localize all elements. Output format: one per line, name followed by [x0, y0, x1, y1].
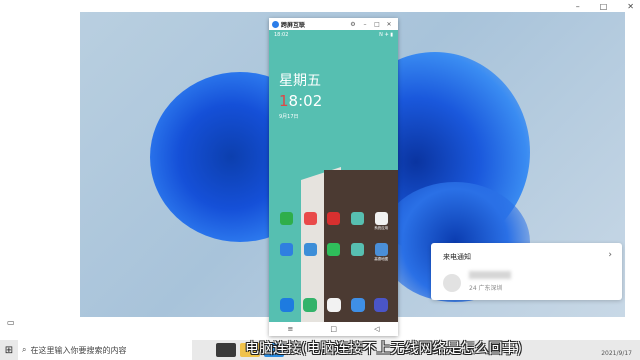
lock-date: 9月17日: [279, 114, 299, 120]
app-icon[interactable]: [369, 298, 393, 312]
app-icon-graphic: [327, 243, 341, 256]
app-icon-grid: 系统应用 高德地图: [275, 212, 393, 262]
app-icon[interactable]: [322, 212, 346, 231]
close-button[interactable]: ✕: [383, 21, 395, 28]
outer-maximize-button[interactable]: □: [600, 2, 608, 11]
lock-time: 18:02: [279, 92, 322, 110]
app-icon[interactable]: 系统应用: [369, 212, 393, 231]
lock-weekday: 星期五: [279, 73, 321, 89]
app-icon[interactable]: [346, 212, 370, 231]
settings-icon[interactable]: ⚙: [347, 21, 359, 28]
app-icon-graphic: [374, 298, 389, 312]
windows-logo-icon[interactable]: ⊞: [0, 345, 18, 356]
app-icon[interactable]: [346, 298, 370, 312]
outer-close-button[interactable]: ✕: [627, 2, 634, 11]
app-icon[interactable]: [346, 243, 370, 262]
phone-window-titlebar[interactable]: 跨屏互联 ⚙ – □ ✕: [269, 18, 398, 30]
app-icon-graphic: [279, 298, 294, 312]
app-icon[interactable]: 高德地图: [369, 243, 393, 262]
incoming-call-notification[interactable]: 来电通知 › 24 广东深圳: [431, 243, 622, 300]
app-dock: [275, 298, 393, 312]
app-icon-graphic: [280, 212, 294, 225]
caller-avatar: [443, 274, 461, 292]
app-icon-graphic: [280, 243, 294, 256]
status-time: 18:02: [274, 31, 289, 38]
home-nav-button[interactable]: □: [330, 325, 337, 333]
app-icon-graphic: [326, 298, 341, 312]
outer-minimize-button[interactable]: –: [576, 2, 580, 11]
keyboard-icon[interactable]: ▭: [7, 318, 15, 327]
app-icon[interactable]: [299, 243, 323, 262]
app-icon-graphic: [351, 212, 365, 225]
back-nav-button[interactable]: ◁: [374, 325, 379, 333]
app-icon[interactable]: [322, 243, 346, 262]
phone-screen[interactable]: 18:02 N ✈ ▮ 星期五 18:02 9月17日 系统应用高德地图 ≡ □…: [269, 30, 398, 336]
app-icon[interactable]: [275, 243, 299, 262]
lock-time-rest: 8:02: [288, 92, 323, 110]
app-icon-graphic: [351, 243, 365, 256]
app-logo-icon: [272, 20, 279, 28]
app-icon-graphic: [303, 298, 318, 312]
notification-title: 来电通知: [443, 253, 471, 261]
phone-nav-bar: ≡ □ ◁: [269, 322, 398, 336]
app-icon-graphic: [327, 212, 341, 225]
phone-mirror-window[interactable]: 跨屏互联 ⚙ – □ ✕ 18:02 N ✈ ▮ 星期五 18:02 9月17日…: [269, 18, 398, 336]
taskbar-clock: 2021/9/17: [601, 350, 632, 357]
app-icon-graphic: [303, 212, 317, 225]
app-icon-graphic: [350, 298, 365, 312]
app-label: 系统应用: [374, 226, 389, 230]
minimize-button[interactable]: –: [359, 21, 371, 28]
caller-location: 24 广东深圳: [469, 285, 503, 292]
desktop-canvas: – □ ✕ 跨屏互联 ⚙ – □ ✕ 18:02 N ✈ ▮ 星期五 18:02…: [0, 0, 640, 340]
app-icon[interactable]: [275, 298, 299, 312]
taskbar-search-box[interactable]: ⌕ 在这里输入你要搜索的内容: [18, 340, 192, 360]
app-icon[interactable]: [299, 212, 323, 231]
video-caption: 电脑连接(电脑连接不上无线网络是怎么回事): [245, 341, 522, 357]
task-view-icon[interactable]: [216, 343, 236, 357]
lock-time-hour-digit: 1: [279, 92, 289, 110]
status-indicators: N ✈ ▮: [379, 31, 393, 38]
phone-window-title: 跨屏互联: [281, 21, 306, 29]
search-icon: ⌕: [22, 345, 27, 354]
app-icon[interactable]: [275, 212, 299, 231]
chevron-right-icon[interactable]: ›: [608, 250, 612, 260]
app-icon[interactable]: [322, 298, 346, 312]
app-label: 高德地图: [374, 257, 389, 261]
menu-nav-button[interactable]: ≡: [288, 325, 294, 333]
outer-window-controls: – □ ✕: [576, 0, 634, 12]
phone-status-bar: 18:02 N ✈ ▮: [269, 30, 398, 39]
search-placeholder: 在这里输入你要搜索的内容: [30, 345, 127, 355]
app-icon-graphic: [374, 243, 388, 256]
maximize-button[interactable]: □: [371, 21, 383, 28]
app-icon[interactable]: [299, 298, 323, 312]
caller-number-blurred: [469, 271, 511, 279]
app-icon-graphic: [374, 212, 388, 225]
app-icon-graphic: [303, 243, 317, 256]
